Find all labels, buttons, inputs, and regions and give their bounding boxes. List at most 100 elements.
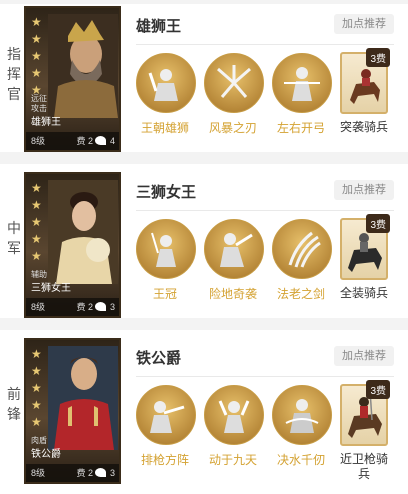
skill-icon	[136, 219, 196, 279]
card-footer: 8级 费 2 3	[26, 298, 119, 316]
troop-cost-badge: 3费	[366, 48, 390, 67]
card-footer: 8级 费 2 3	[26, 464, 119, 482]
recommend-points-button[interactable]: 加点推荐	[334, 14, 394, 34]
star-rating: ★ ★ ★ ★ ★	[31, 180, 42, 265]
skill-label: 动于九天	[208, 453, 257, 467]
lineup-row-vanguard: 前锋 ★ ★ ★ ★ ★ 肉盾 铁公爵 8级 费 2 3 铁公爵 加点推荐 排枪方阵 动…	[0, 338, 408, 484]
skill[interactable]: 决水千仞	[271, 385, 332, 468]
troop-count: 3	[109, 468, 115, 478]
general-card[interactable]: ★ ★ ★ ★ ★ 辅助 三狮女王 8级 费 2 3	[24, 172, 121, 318]
star-icon: ★	[31, 32, 42, 46]
position-text: 指挥官	[7, 46, 21, 102]
troop-type[interactable]: 3费 近卫枪骑兵	[340, 380, 390, 482]
recommend-points-button[interactable]: 加点推荐	[334, 180, 394, 200]
troop-label: 全装骑兵	[340, 286, 389, 300]
skill[interactable]: 王冠	[135, 219, 196, 302]
star-icon: ★	[31, 15, 42, 29]
row-separator	[0, 0, 408, 4]
position-label: 指挥官	[6, 44, 22, 104]
skill-label: 风暴之刃	[208, 121, 257, 135]
star-icon: ★	[31, 249, 42, 263]
card-general-name: 铁公爵	[31, 449, 61, 460]
card-general-name: 三狮女王	[31, 283, 71, 294]
card-general-name: 雄狮王	[31, 117, 61, 128]
skill-icon	[272, 385, 332, 445]
role-tags: 远征 攻击	[31, 94, 47, 114]
star-icon: ★	[31, 232, 42, 246]
skill[interactable]: 王朝雄狮	[135, 53, 196, 136]
skill[interactable]: 法老之剑	[271, 219, 332, 302]
position-text: 前锋	[7, 386, 21, 422]
general-card[interactable]: ★ ★ ★ ★ ★ 肉盾 铁公爵 8级 费 2 3	[24, 338, 121, 484]
cavalry-icon	[95, 468, 106, 477]
star-icon: ★	[31, 364, 42, 378]
star-icon: ★	[31, 198, 42, 212]
card-footer: 8级 费 2 4	[26, 132, 119, 150]
divider	[136, 376, 394, 377]
skill-icon	[272, 53, 332, 113]
skill-icon	[136, 53, 196, 113]
general-name: 三狮女王	[136, 184, 197, 201]
lineup-row-center: 中军 ★ ★ ★ ★ ★ 辅助 三狮女王 8级 费 2 3 三狮女王 加点推荐 王冠 险…	[0, 172, 408, 318]
skill-label: 排枪方阵	[140, 453, 189, 467]
star-icon: ★	[31, 415, 42, 429]
star-rating: ★ ★ ★ ★ ★	[31, 346, 42, 431]
skill[interactable]: 风暴之刃	[203, 53, 264, 136]
skill[interactable]: 左右开弓	[271, 53, 332, 136]
troop-count: 4	[109, 136, 115, 146]
general-level: 8级	[31, 136, 46, 146]
divider	[136, 44, 394, 45]
position-label: 前锋	[6, 384, 22, 424]
general-portrait	[48, 14, 118, 118]
position-text: 中军	[7, 220, 21, 256]
general-card[interactable]: ★ ★ ★ ★ ★ 远征 攻击 雄狮王 8级 费 2 4	[24, 6, 121, 152]
general-cost: 费 2	[76, 302, 93, 312]
skill-label: 决水千仞	[276, 453, 325, 467]
general-name: 铁公爵	[136, 350, 182, 367]
skill[interactable]: 排枪方阵	[135, 385, 196, 468]
general-cost: 费 2	[76, 136, 93, 146]
star-icon: ★	[31, 347, 42, 361]
skill-label: 法老之剑	[276, 287, 325, 301]
troop-image: 3费	[340, 214, 390, 280]
star-icon: ★	[31, 381, 42, 395]
general-name: 雄狮王	[136, 18, 182, 35]
star-icon: ★	[31, 215, 42, 229]
role-tag: 远征	[31, 94, 47, 103]
skill-icon	[204, 385, 264, 445]
general-cost: 费 2	[76, 468, 93, 478]
recommend-points-button[interactable]: 加点推荐	[334, 346, 394, 366]
skill[interactable]: 动于九天	[203, 385, 264, 468]
lineup-row-commander: 指挥官 ★ ★ ★ ★ ★ 远征 攻击 雄狮王 8级 费 2 4 雄狮王 加点推荐 王朝…	[0, 6, 408, 152]
skill-label: 险地奇袭	[208, 287, 257, 301]
troop-count: 3	[109, 302, 115, 312]
skill[interactable]: 险地奇袭	[203, 219, 264, 302]
star-icon: ★	[31, 49, 42, 63]
skill-icon	[204, 53, 264, 113]
troop-cost-badge: 3费	[366, 380, 390, 399]
star-icon: ★	[31, 181, 42, 195]
troop-type[interactable]: 3费 全装骑兵	[340, 214, 390, 301]
troop-cost-badge: 3费	[366, 214, 390, 233]
row-separator	[0, 318, 408, 330]
star-icon: ★	[31, 398, 42, 412]
star-rating: ★ ★ ★ ★ ★	[31, 14, 42, 99]
troop-image: 3费	[340, 380, 390, 446]
troop-label: 突袭骑兵	[340, 120, 389, 134]
skill-label: 王朝雄狮	[140, 121, 189, 135]
troop-type[interactable]: 3费 突袭骑兵	[340, 48, 390, 135]
divider	[136, 210, 394, 211]
troop-image: 3费	[340, 48, 390, 114]
cavalry-icon	[95, 136, 106, 145]
skill-icon	[204, 219, 264, 279]
skill-icon	[136, 385, 196, 445]
general-portrait	[48, 346, 118, 450]
row-separator	[0, 152, 408, 164]
skill-label: 王冠	[152, 287, 177, 301]
skill-label: 左右开弓	[276, 121, 325, 135]
general-level: 8级	[31, 468, 46, 478]
cavalry-icon	[95, 302, 106, 311]
position-label: 中军	[6, 218, 22, 258]
star-icon: ★	[31, 66, 42, 80]
skill-icon	[272, 219, 332, 279]
